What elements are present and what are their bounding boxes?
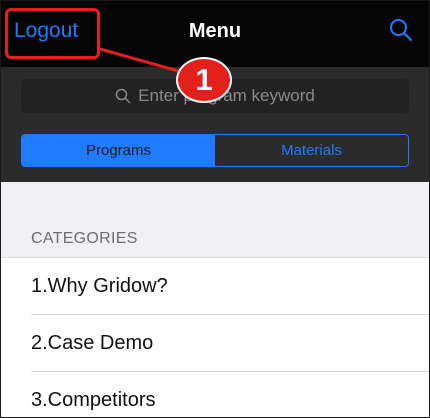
list-item-label: 3.Competitors <box>31 389 156 411</box>
list-item[interactable]: 3.Competitors <box>1 372 429 417</box>
section-header: CATEGORIES <box>31 230 138 247</box>
segment-materials[interactable]: Materials <box>215 135 408 166</box>
search-field-icon <box>115 88 131 104</box>
list-item[interactable]: 1.Why Gridow? <box>1 258 429 315</box>
segment-programs[interactable]: Programs <box>22 135 215 166</box>
list-item[interactable]: 2.Case Demo <box>1 315 429 372</box>
annotation-highlight-box <box>5 8 100 59</box>
segmented-control: Programs Materials <box>21 134 409 167</box>
list-item-label: 1.Why Gridow? <box>31 275 168 297</box>
search-icon[interactable] <box>388 17 414 43</box>
annotation-step-badge: 1 <box>176 57 232 103</box>
list-item-label: 2.Case Demo <box>31 332 154 354</box>
category-list: 1.Why Gridow? 2.Case Demo 3.Competitors <box>1 257 429 417</box>
